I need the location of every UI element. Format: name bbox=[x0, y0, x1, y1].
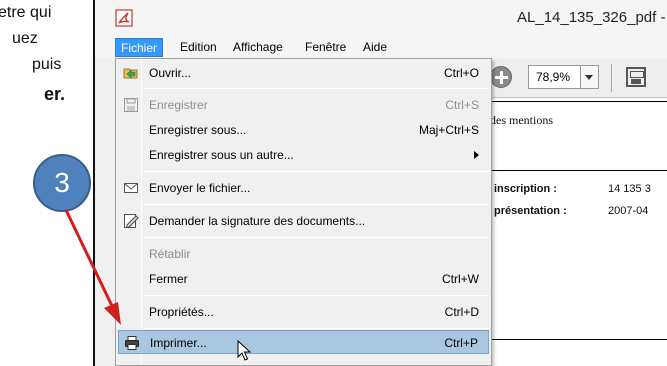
document-presentation-label: présentation : bbox=[494, 205, 567, 217]
file-menu-dropdown: Ouvrir... Ctrl+O Enregistrer Ctrl+S Enre… bbox=[115, 58, 492, 366]
window-title: AL_14_135_326_pdf - bbox=[517, 9, 666, 26]
menu-separator bbox=[144, 328, 489, 329]
menu-item-envoyer-fichier[interactable]: Envoyer le fichier... bbox=[118, 176, 489, 200]
menu-item-label: Enregistrer bbox=[149, 98, 208, 112]
menu-item-fermer[interactable]: Fermer Ctrl+W bbox=[118, 267, 489, 291]
menu-item-shortcut: Ctrl+O bbox=[443, 66, 479, 80]
envelope-icon bbox=[124, 183, 138, 193]
instruction-line-3: puis bbox=[32, 56, 62, 73]
title-bar: AL_14_135_326_pdf - bbox=[95, 0, 667, 36]
menu-fenetre[interactable]: Fenêtre bbox=[300, 38, 351, 57]
instruction-line-1: etre qui bbox=[0, 4, 52, 21]
menu-item-proprietes[interactable]: Propriétés... Ctrl+D bbox=[118, 300, 489, 324]
mouse-cursor-icon bbox=[237, 340, 252, 361]
menu-item-demander-signature[interactable]: Demander la signature des documents... bbox=[118, 209, 489, 233]
step-number-badge: 3 bbox=[33, 154, 91, 212]
save-icon bbox=[124, 98, 138, 112]
menu-item-retablir[interactable]: Rétablir bbox=[118, 242, 489, 266]
menu-item-shortcut: Ctrl+D bbox=[444, 305, 479, 319]
sign-document-icon bbox=[124, 214, 139, 229]
zoom-in-icon[interactable] bbox=[490, 66, 512, 88]
menu-item-label: Enregistrer sous... bbox=[149, 123, 247, 137]
document-page: des mentions inscription : 14 135 3 prés… bbox=[480, 99, 667, 366]
menu-item-label: Enregistrer sous un autre... bbox=[149, 148, 294, 162]
menu-separator bbox=[144, 88, 489, 89]
menu-affichage[interactable]: Affichage bbox=[228, 38, 288, 57]
menu-separator bbox=[144, 295, 489, 296]
document-rule-bottom bbox=[480, 339, 667, 340]
printer-icon bbox=[125, 336, 139, 350]
menu-fichier[interactable]: Fichier bbox=[115, 38, 164, 57]
zoom-input[interactable]: 78,9% bbox=[528, 65, 581, 89]
menu-item-shortcut: Ctrl+P bbox=[444, 336, 478, 350]
acrobat-pdf-icon[interactable] bbox=[115, 9, 133, 27]
menu-separator bbox=[144, 204, 489, 205]
document-inscription-label: inscription : bbox=[494, 183, 557, 195]
menu-item-shortcut: Ctrl+W bbox=[442, 272, 479, 286]
zoom-dropdown-button[interactable] bbox=[581, 65, 599, 89]
menu-item-enregistrer-sous-autre[interactable]: Enregistrer sous un autre... bbox=[118, 143, 489, 167]
instruction-line-2: uez bbox=[12, 30, 38, 47]
toolbar: 78,9% bbox=[480, 58, 667, 98]
open-folder-icon bbox=[123, 68, 138, 79]
menu-item-label: Propriétés... bbox=[149, 305, 214, 319]
document-rule-top bbox=[480, 101, 667, 102]
menu-item-enregistrer-sous[interactable]: Enregistrer sous... Maj+Ctrl+S bbox=[118, 118, 489, 142]
menu-edition[interactable]: Edition bbox=[175, 38, 222, 57]
menu-aide[interactable]: Aide bbox=[358, 38, 392, 57]
menu-item-shortcut: Maj+Ctrl+S bbox=[418, 123, 479, 137]
menu-item-imprimer[interactable]: Imprimer... Ctrl+P bbox=[118, 330, 489, 354]
menu-item-ouvrir[interactable]: Ouvrir... Ctrl+O bbox=[118, 61, 489, 85]
menu-item-shortcut: Ctrl+S bbox=[445, 98, 479, 112]
instruction-line-4: er. bbox=[44, 84, 66, 104]
toolbar-separator bbox=[611, 64, 612, 92]
menu-separator bbox=[144, 237, 489, 238]
save-icon[interactable] bbox=[626, 67, 646, 87]
document-inscription-value: 14 135 3 bbox=[608, 183, 651, 195]
menu-item-label: Rétablir bbox=[149, 247, 191, 261]
document-presentation-value: 2007-04 bbox=[608, 205, 649, 217]
menu-item-enregistrer[interactable]: Enregistrer Ctrl+S bbox=[118, 93, 489, 117]
instruction-text-panel: etre qui uez puis er. 3 bbox=[0, 0, 96, 366]
menu-item-label: Demander la signature des documents... bbox=[149, 214, 366, 228]
menu-bar: Fichier Edition Affichage Fenêtre Aide bbox=[95, 36, 667, 58]
menu-item-label: Imprimer... bbox=[150, 336, 207, 350]
submenu-arrow-icon bbox=[474, 151, 479, 159]
menu-item-label: Ouvrir... bbox=[149, 66, 192, 80]
document-rule-middle bbox=[480, 170, 667, 171]
menu-separator bbox=[144, 171, 489, 172]
menu-item-label: Envoyer le fichier... bbox=[149, 181, 251, 195]
document-mentions-text: des mentions bbox=[490, 113, 553, 127]
menu-item-label: Fermer bbox=[149, 272, 188, 286]
